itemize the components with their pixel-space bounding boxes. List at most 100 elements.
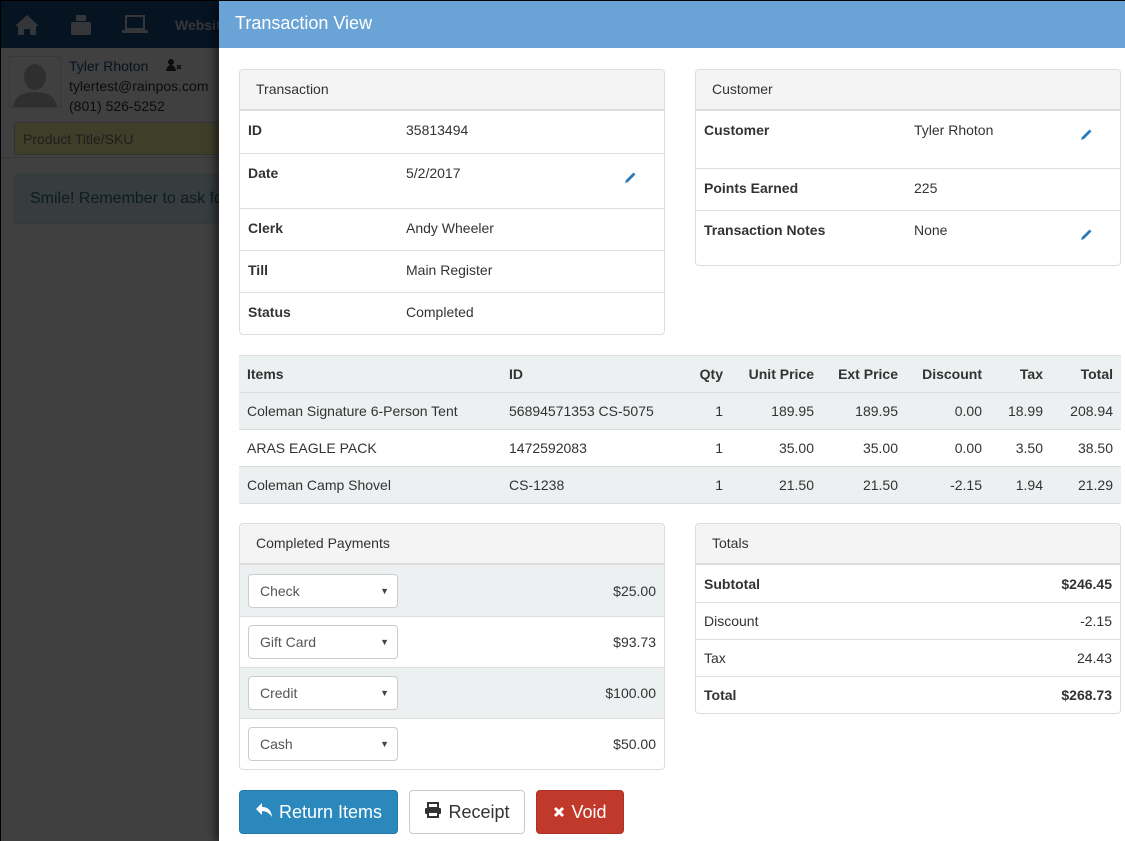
transaction-till: Main Register <box>406 262 493 278</box>
receipt-label: Receipt <box>448 801 510 822</box>
return-items-button[interactable]: Return Items <box>239 790 398 834</box>
print-icon <box>424 801 442 823</box>
transaction-view-modal: Transaction View Transaction ID 35813494… <box>219 1 1125 841</box>
payment-method-select[interactable]: Gift Card ▼ <box>248 625 398 659</box>
item-unit-price: 189.95 <box>731 392 822 430</box>
customer-row: Customer Tyler Rhoton <box>696 111 1120 168</box>
row-label: Discount <box>704 613 759 629</box>
items-table: Items ID Qty Unit Price Ext Price Discou… <box>239 355 1121 504</box>
payment-method-select[interactable]: Credit ▼ <box>248 676 398 710</box>
discount-row: Discount -2.15 <box>696 602 1120 639</box>
transaction-clerk: Andy Wheeler <box>406 220 494 236</box>
item-ext-price: 189.95 <box>822 392 906 430</box>
row-label: Points Earned <box>704 180 799 196</box>
transaction-panel-heading: Transaction <box>240 70 664 111</box>
subtotal-value: $246.45 <box>1061 575 1112 592</box>
item-discount: 0.00 <box>906 392 990 430</box>
item-name: Coleman Camp Shovel <box>239 466 501 504</box>
transaction-clerk-row: Clerk Andy Wheeler <box>240 208 664 250</box>
row-label: Transaction Notes <box>704 222 826 238</box>
item-row[interactable]: Coleman Camp Shovel CS-1238 1 21.50 21.5… <box>239 466 1121 504</box>
row-label: ID <box>248 122 262 138</box>
transaction-id-row: ID 35813494 <box>240 111 664 153</box>
row-label: Tax <box>704 650 726 666</box>
payment-amount: $25.00 <box>613 582 656 599</box>
caret-down-icon: ▼ <box>380 637 389 647</box>
payments-panel-heading: Completed Payments <box>240 524 664 565</box>
item-ext-price: 35.00 <box>822 429 906 467</box>
totals-panel-heading: Totals <box>696 524 1120 565</box>
payment-amount: $93.73 <box>613 634 656 650</box>
item-discount: 0.00 <box>906 429 990 467</box>
item-qty: 1 <box>671 466 731 504</box>
modal-title: Transaction View <box>219 1 1125 48</box>
customer-panel: Customer Customer Tyler Rhoton Points Ea… <box>695 69 1121 266</box>
row-label: Customer <box>704 122 770 138</box>
item-qty: 1 <box>671 392 731 430</box>
row-label: Date <box>248 165 279 181</box>
payment-method: Check <box>260 582 300 599</box>
item-id: 1472592083 <box>501 429 671 467</box>
item-row[interactable]: Coleman Signature 6-Person Tent 56894571… <box>239 392 1121 430</box>
item-total: 208.94 <box>1051 392 1121 430</box>
tax-row: Tax 24.43 <box>696 639 1120 676</box>
col-ext-price: Ext Price <box>822 355 906 393</box>
col-tax: Tax <box>990 355 1051 393</box>
item-name: ARAS EAGLE PACK <box>239 429 501 467</box>
total-row: Total $268.73 <box>696 676 1120 713</box>
payment-row: Credit ▼ $100.00 <box>240 667 664 718</box>
transaction-status-row: Status Completed <box>240 292 664 334</box>
item-total: 38.50 <box>1051 429 1121 467</box>
payment-row: Check ▼ $25.00 <box>240 565 664 616</box>
payment-method-select[interactable]: Cash ▼ <box>248 727 398 761</box>
row-label: Status <box>248 304 291 320</box>
edit-notes-pencil-icon[interactable] <box>1080 228 1094 242</box>
caret-down-icon: ▼ <box>380 585 389 596</box>
payment-method: Credit <box>260 685 298 701</box>
item-tax: 18.99 <box>990 392 1051 430</box>
items-header-row: Items ID Qty Unit Price Ext Price Discou… <box>239 355 1121 393</box>
caret-down-icon: ▼ <box>380 688 389 698</box>
row-label: Clerk <box>248 220 284 236</box>
points-earned-row: Points Earned 225 <box>696 168 1120 210</box>
item-ext-price: 21.50 <box>822 466 906 504</box>
edit-date-pencil-icon[interactable] <box>624 171 638 185</box>
item-tax: 3.50 <box>990 429 1051 467</box>
transaction-panel: Transaction ID 35813494 Date 5/2/2017 Cl… <box>239 69 665 335</box>
item-id: CS-1238 <box>501 466 671 504</box>
tax-value: 24.43 <box>1076 650 1112 666</box>
item-id: 56894571353 CS-5075 <box>501 392 671 430</box>
payment-method: Cash <box>260 736 293 752</box>
item-unit-price: 21.50 <box>731 466 822 504</box>
transaction-till-row: Till Main Register <box>240 250 664 292</box>
item-discount: -2.15 <box>906 466 990 504</box>
totals-panel: Totals Subtotal $246.45 Discount -2.15 T… <box>695 523 1121 714</box>
completed-payments-panel: Completed Payments Check ▼ $25.00 Gift C… <box>239 523 665 770</box>
edit-customer-pencil-icon[interactable] <box>1080 128 1094 142</box>
transaction-status: Completed <box>406 304 474 320</box>
item-name: Coleman Signature 6-Person Tent <box>239 392 501 430</box>
payment-amount: $100.00 <box>605 685 656 701</box>
item-qty: 1 <box>671 429 731 467</box>
void-label: Void <box>571 801 607 822</box>
item-total: 21.29 <box>1051 466 1121 504</box>
receipt-button[interactable]: Receipt <box>409 790 525 834</box>
item-row[interactable]: ARAS EAGLE PACK 1472592083 1 35.00 35.00… <box>239 429 1121 467</box>
item-tax: 1.94 <box>990 466 1051 504</box>
total-value: $268.73 <box>1061 687 1112 703</box>
item-unit-price: 35.00 <box>731 429 822 467</box>
col-total: Total <box>1051 355 1121 393</box>
col-discount: Discount <box>906 355 990 393</box>
payment-method: Gift Card <box>260 634 317 650</box>
void-button[interactable]: Void <box>536 790 624 834</box>
transaction-id: 35813494 <box>406 122 469 138</box>
transaction-date-row: Date 5/2/2017 <box>240 153 664 208</box>
subtotal-row: Subtotal $246.45 <box>696 565 1120 602</box>
return-items-label: Return Items <box>278 801 383 822</box>
reply-arrow-icon <box>255 802 273 823</box>
caret-down-icon: ▼ <box>380 739 389 749</box>
transaction-notes-row: Transaction Notes None <box>696 210 1120 265</box>
payment-method-select[interactable]: Check ▼ <box>248 573 398 608</box>
payment-amount: $50.00 <box>613 736 656 752</box>
payment-row: Cash ▼ $50.00 <box>240 718 664 769</box>
